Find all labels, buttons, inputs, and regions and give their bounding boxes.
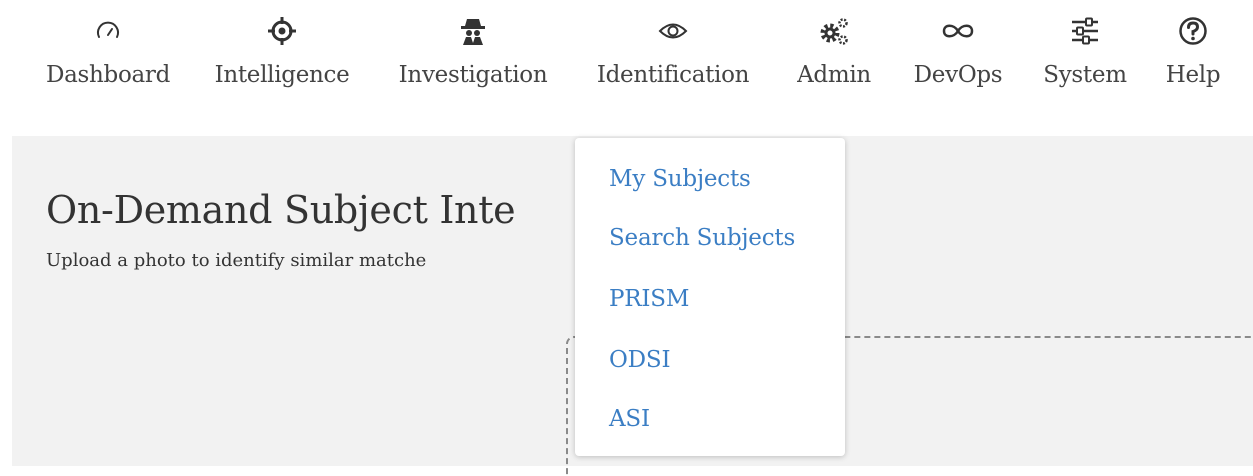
top-navbar: Dashboard Intelligence Investigation Ide… [0, 0, 1253, 136]
nav-label: Help [1165, 62, 1221, 88]
nav-label: Dashboard [45, 62, 171, 88]
nav-item-dashboard[interactable]: Dashboard [40, 14, 176, 110]
menu-item-asi[interactable]: ASI [609, 406, 650, 432]
nav-item-system[interactable]: System [1034, 14, 1136, 110]
spy-icon [456, 14, 490, 48]
nav-label: Admin [797, 62, 871, 88]
nav-item-intelligence[interactable]: Intelligence [206, 14, 358, 110]
menu-item-prism[interactable]: PRISM [609, 286, 689, 312]
identification-dropdown-menu: My Subjects Search Subjects PRISM ODSI A… [575, 138, 845, 456]
page-title: On-Demand Subject Inte [46, 188, 516, 232]
crosshair-icon [265, 14, 299, 48]
menu-item-my-subjects[interactable]: My Subjects [609, 166, 751, 192]
nav-label: Intelligence [214, 62, 350, 88]
question-icon [1176, 14, 1210, 48]
gears-icon [817, 14, 851, 48]
nav-item-devops[interactable]: DevOps [906, 14, 1010, 110]
nav-item-admin[interactable]: Admin [787, 14, 881, 110]
menu-item-odsi[interactable]: ODSI [609, 347, 671, 373]
nav-item-investigation[interactable]: Investigation [388, 14, 558, 110]
nav-label: Identification [596, 62, 750, 88]
nav-label: Investigation [398, 62, 548, 88]
page-subtitle: Upload a photo to identify similar match… [46, 250, 427, 271]
nav-item-help[interactable]: Help [1158, 14, 1228, 110]
nav-label: System [1043, 62, 1127, 88]
menu-item-search-subjects[interactable]: Search Subjects [609, 225, 795, 251]
sliders-icon [1068, 14, 1102, 48]
eye-icon [656, 14, 690, 48]
speedometer-icon [91, 14, 125, 48]
infinity-icon [941, 14, 975, 48]
nav-item-identification[interactable]: Identification [586, 14, 760, 110]
nav-label: DevOps [913, 62, 1003, 88]
